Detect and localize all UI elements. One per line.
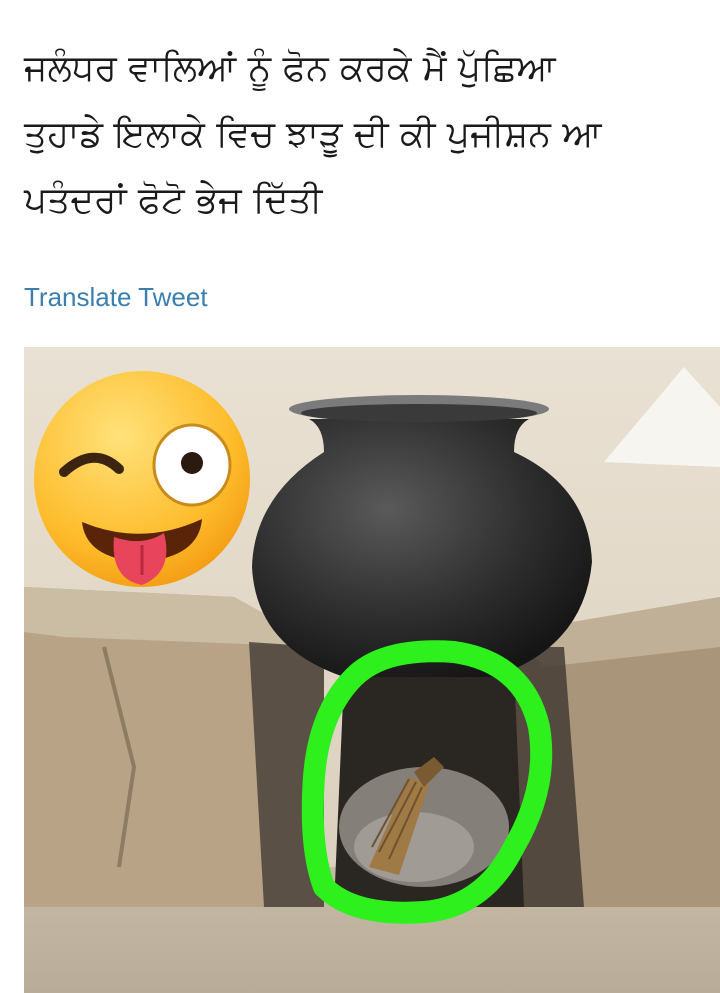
tweet-text-line-3: ਪਤੰਦਰਾਂ ਫੋਟੋ ਭੇਜ ਦਿੱਤੀ [24, 180, 323, 221]
photo-scene [24, 347, 720, 993]
tweet-text-line-1: ਜਲੰਧਰ ਵਾਲਿਆਂ ਨੂੰ ਫੋਨ ਕਰਕੇ ਮੈਂ ਪੁੱਛਿਆ [24, 48, 556, 89]
translate-tweet-link[interactable]: Translate Tweet [24, 282, 208, 313]
winking-face-with-tongue-icon [34, 371, 250, 587]
tweet-text: ਜਲੰਧਰ ਵਾਲਿਆਂ ਨੂੰ ਫੋਨ ਕਰਕੇ ਮੈਂ ਪੁੱਛਿਆ ਤੁਹ… [24, 36, 704, 234]
tweet-text-line-2: ਤੁਹਾਡੇ ਇਲਾਕੇ ਵਿਚ ਝਾੜੂ ਦੀ ਕੀ ਪੁਜੀਸ਼ਨ ਆ [24, 114, 602, 155]
tweet-photo[interactable] [24, 347, 720, 993]
